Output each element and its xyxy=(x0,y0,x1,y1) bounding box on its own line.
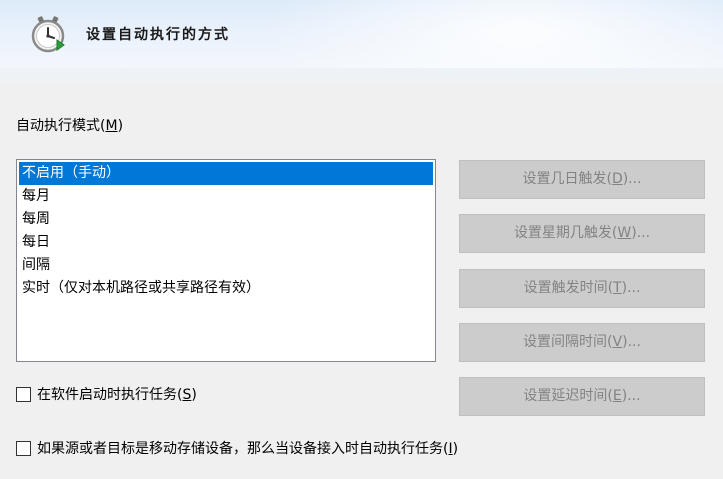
set-trigger-time-button[interactable]: 设置触发时间(T)... xyxy=(459,269,705,308)
header-title: 设置自动执行的方式 xyxy=(86,27,230,43)
header-fade xyxy=(0,68,723,90)
list-item-weekly[interactable]: 每周 xyxy=(19,208,433,231)
set-days-trigger-button[interactable]: 设置几日触发(D)... xyxy=(459,160,705,199)
run-on-startup-label: 在软件启动时执行任务(S) xyxy=(37,387,197,403)
list-item-interval[interactable]: 间隔 xyxy=(19,254,433,277)
clock-arrow-icon xyxy=(31,16,65,53)
list-item-monthly[interactable]: 每月 xyxy=(19,185,433,208)
mnemonic-key: M xyxy=(105,118,118,134)
run-on-device-connect-checkbox[interactable] xyxy=(16,440,31,456)
auto-run-mode-label: 自动执行模式(M) xyxy=(16,118,124,134)
list-item-realtime[interactable]: 实时（仅对本机路径或共享路径有效） xyxy=(19,277,433,300)
run-on-startup-checkbox[interactable] xyxy=(16,386,31,402)
run-on-device-connect-label: 如果源或者目标是移动存储设备，那么当设备接入时自动执行任务(I) xyxy=(37,441,459,457)
auto-run-mode-list[interactable]: 不启用（手动） 每月 每周 每日 间隔 实时（仅对本机路径或共享路径有效） xyxy=(16,159,436,362)
set-delay-time-button[interactable]: 设置延迟时间(E)... xyxy=(459,377,705,416)
list-item-daily[interactable]: 每日 xyxy=(19,231,433,254)
run-on-startup-option[interactable]: 在软件启动时执行任务(S) xyxy=(16,384,197,404)
header-glow xyxy=(260,0,723,68)
set-weekday-trigger-button[interactable]: 设置星期几触发(W)... xyxy=(459,214,705,253)
run-on-device-connect-option[interactable]: 如果源或者目标是移动存储设备，那么当设备接入时自动执行任务(I) xyxy=(16,438,458,458)
set-interval-time-button[interactable]: 设置间隔时间(V)... xyxy=(459,323,705,362)
dialog-header: 设置自动执行的方式 xyxy=(0,0,723,68)
list-item-disabled-manual[interactable]: 不启用（手动） xyxy=(19,162,433,185)
